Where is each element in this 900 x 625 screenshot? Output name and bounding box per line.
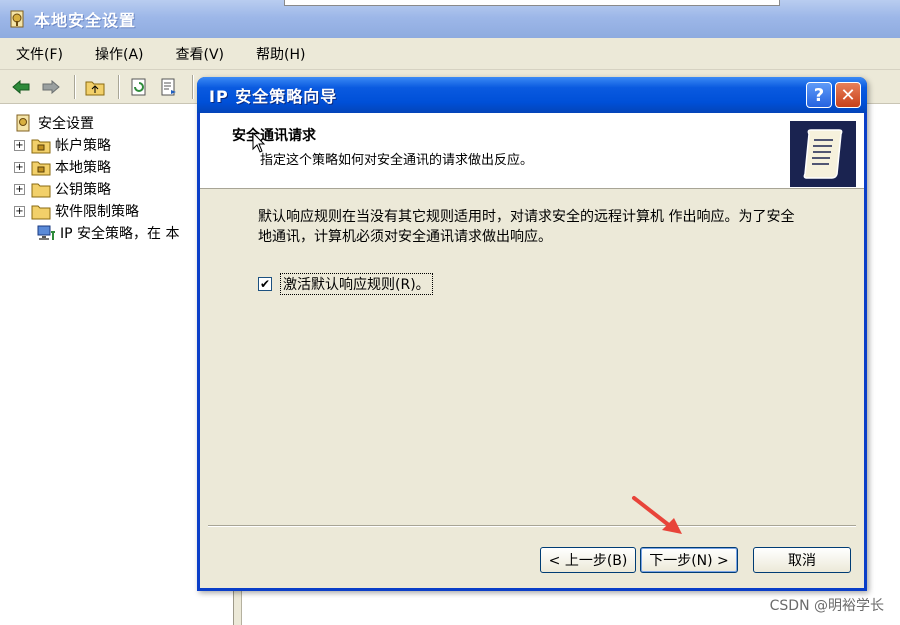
toolbar-separator: [74, 74, 76, 99]
security-settings-icon: [10, 10, 24, 28]
toolbar-separator: [192, 74, 194, 99]
watermark: CSDN @明裕学长: [769, 598, 884, 614]
tree-item-label: 软件限制策略: [55, 204, 139, 220]
up-folder-icon[interactable]: [82, 74, 108, 100]
checkbox-label[interactable]: 激活默认响应规则(R)。: [280, 273, 433, 295]
refresh-icon[interactable]: [126, 74, 152, 100]
folder-lock-icon: [31, 161, 51, 176]
red-annotation-arrow: [632, 496, 682, 534]
menu-file[interactable]: 文件(F): [10, 42, 69, 66]
expand-icon[interactable]: +: [14, 161, 25, 173]
tree-item-public-key-policies[interactable]: + 公钥策略: [14, 178, 111, 200]
ip-security-policy-wizard: IP 安全策略向导 ? ✕ 安全通讯请求 指定这个策略如何对安全通讯的请求做出反…: [197, 77, 867, 591]
toolbar-separator: [118, 74, 120, 99]
activate-default-response-rule[interactable]: ✔ 激活默认响应规则(R)。: [258, 273, 433, 295]
tree-item-account-policies[interactable]: + 帐户策略: [14, 134, 111, 156]
tree-item-security-settings[interactable]: 安全设置: [14, 112, 94, 134]
cancel-button[interactable]: 取消: [753, 547, 851, 573]
main-window-title: 本地安全设置: [34, 11, 137, 30]
folder-lock-icon: [31, 139, 51, 154]
tree-item-local-policies[interactable]: + 本地策略: [14, 156, 111, 178]
export-list-icon[interactable]: [156, 74, 182, 100]
tree-item-label: 帐户策略: [55, 138, 111, 154]
back-button[interactable]: < 上一步(B): [540, 547, 636, 573]
menu-view[interactable]: 查看(V): [170, 42, 231, 66]
expand-icon[interactable]: +: [14, 139, 25, 151]
mouse-cursor-icon: [252, 132, 266, 153]
tree-item-software-restriction-policies[interactable]: + 软件限制策略: [14, 200, 139, 222]
background-window-edge: [284, 0, 780, 6]
network-computer-icon: [37, 225, 55, 240]
security-settings-icon: [16, 114, 30, 132]
tree-item-label: 本地策略: [55, 160, 111, 176]
menubar: 文件(F) 操作(A) 查看(V) 帮助(H): [0, 38, 900, 70]
next-button[interactable]: 下一步(N) >: [640, 547, 738, 573]
wizard-subheading: 指定这个策略如何对安全通讯的请求做出反应。: [260, 153, 534, 168]
close-button[interactable]: ✕: [835, 82, 861, 108]
help-button[interactable]: ?: [806, 82, 832, 108]
wizard-description: 默认响应规则在当没有其它规则适用时，对请求安全的远程计算机 作出响应。为了安全地…: [258, 209, 795, 245]
button-divider: [208, 525, 856, 527]
dialog-title: IP 安全策略向导: [209, 87, 338, 106]
forward-arrow-icon[interactable]: [38, 74, 64, 100]
scroll-document-icon: [790, 121, 856, 187]
expand-icon[interactable]: +: [14, 183, 25, 195]
tree-item-label: IP 安全策略，在 本: [60, 223, 180, 243]
folder-icon: [31, 183, 51, 198]
tree-item-label: 安全设置: [38, 116, 94, 132]
wizard-header: 安全通讯请求 指定这个策略如何对安全通讯的请求做出反应。: [200, 113, 864, 189]
checkbox[interactable]: ✔: [258, 277, 272, 291]
menu-action[interactable]: 操作(A): [89, 42, 150, 66]
menu-help[interactable]: 帮助(H): [250, 42, 311, 66]
back-arrow-icon[interactable]: [8, 74, 34, 100]
tree-item-ip-security-policies[interactable]: IP 安全策略，在 本: [36, 222, 180, 244]
dialog-titlebar[interactable]: IP 安全策略向导 ? ✕: [197, 77, 867, 113]
tree-item-label: 公钥策略: [55, 182, 111, 198]
expand-icon[interactable]: +: [14, 205, 25, 217]
wizard-heading: 安全通讯请求: [232, 128, 316, 144]
folder-icon: [31, 205, 51, 220]
